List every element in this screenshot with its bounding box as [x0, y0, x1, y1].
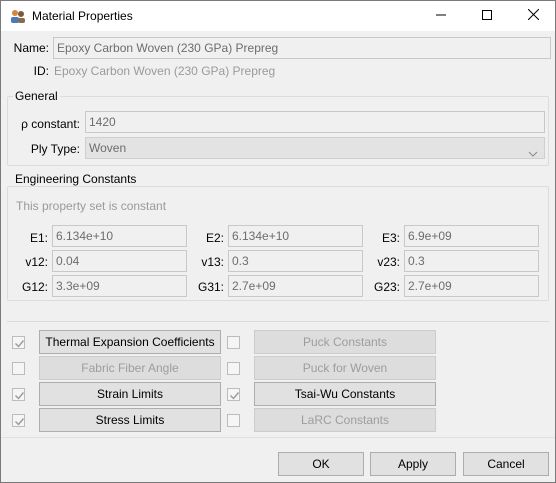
- rho-constant-field[interactable]: 1420: [85, 111, 545, 133]
- maximize-icon: [482, 9, 492, 23]
- engineering-constants-title: Engineering Constants: [13, 172, 139, 186]
- v13-label: v13:: [201, 255, 224, 269]
- v23-field[interactable]: 0.3: [404, 250, 539, 272]
- e1-field[interactable]: 6.134e+10: [52, 225, 187, 247]
- puck-for-woven-button[interactable]: Puck for Woven: [254, 356, 436, 380]
- puck-constants-button[interactable]: Puck Constants: [254, 330, 436, 354]
- checkmark-icon: [230, 392, 240, 400]
- g23-label: G23:: [373, 280, 400, 294]
- puck-constants-checkbox[interactable]: [227, 336, 240, 349]
- checkmark-icon: [15, 340, 25, 348]
- fabric-fiber-angle-button[interactable]: Fabric Fiber Angle: [39, 356, 221, 380]
- id-value: Epoxy Carbon Woven (230 GPa) Prepreg: [54, 64, 276, 78]
- e3-field[interactable]: 6.9e+09: [404, 225, 539, 247]
- dialog-content: Name: Epoxy Carbon Woven (230 GPa) Prepr…: [1, 31, 555, 482]
- strain-limits-checkbox[interactable]: [12, 388, 25, 401]
- material-properties-icon: [10, 8, 26, 24]
- v13-field[interactable]: 0.3: [228, 250, 363, 272]
- thermal-expansion-button[interactable]: Thermal Expansion Coefficients: [39, 330, 221, 354]
- tsai-wu-checkbox[interactable]: [227, 388, 240, 401]
- fabric-fiber-angle-checkbox[interactable]: [12, 362, 25, 375]
- cancel-button[interactable]: Cancel: [463, 452, 549, 476]
- apply-button[interactable]: Apply: [370, 452, 456, 476]
- dialog-button-bar: OK Apply Cancel: [1, 437, 555, 482]
- ok-button[interactable]: OK: [278, 452, 364, 476]
- v12-label: v12:: [25, 255, 48, 269]
- g23-field[interactable]: 2.7e+09: [404, 275, 539, 297]
- minimize-icon: [436, 9, 446, 23]
- ply-type-select[interactable]: Woven: [85, 137, 545, 159]
- general-group-title: General: [13, 89, 60, 103]
- g12-field[interactable]: 3.3e+09: [52, 275, 187, 297]
- e2-field[interactable]: 6.134e+10: [228, 225, 363, 247]
- g31-label: G31:: [197, 280, 224, 294]
- tsai-wu-button[interactable]: Tsai-Wu Constants: [254, 382, 436, 406]
- close-icon: [527, 8, 539, 23]
- close-button[interactable]: [510, 1, 555, 31]
- g12-label: G12:: [21, 280, 48, 294]
- e3-label: E3:: [381, 231, 400, 245]
- section-divider: [7, 321, 549, 322]
- name-label: Name:: [13, 41, 49, 55]
- puck-for-woven-checkbox[interactable]: [227, 362, 240, 375]
- stress-limits-checkbox[interactable]: [12, 414, 25, 427]
- window-title: Material Properties: [32, 9, 133, 23]
- constant-note: This property set is constant: [16, 199, 167, 213]
- id-label: ID:: [33, 64, 49, 78]
- v12-field[interactable]: 0.04: [52, 250, 187, 272]
- stress-limits-button[interactable]: Stress Limits: [39, 408, 221, 432]
- rho-constant-label: ρ constant:: [21, 117, 80, 131]
- ply-type-label: Ply Type:: [30, 142, 80, 156]
- checkmark-icon: [15, 418, 25, 426]
- e2-label: E2:: [205, 231, 224, 245]
- chevron-down-icon: [528, 144, 538, 157]
- strain-limits-button[interactable]: Strain Limits: [39, 382, 221, 406]
- material-properties-window: Material Properties Name: Epoxy Carbon W…: [0, 0, 556, 483]
- ply-type-value: Woven: [89, 141, 127, 155]
- maximize-button[interactable]: [464, 1, 510, 31]
- title-bar: Material Properties: [1, 1, 555, 31]
- larc-constants-checkbox[interactable]: [227, 414, 240, 427]
- larc-constants-button[interactable]: LaRC Constants: [254, 408, 436, 432]
- v23-label: v23:: [377, 255, 400, 269]
- thermal-expansion-checkbox[interactable]: [12, 336, 25, 349]
- g31-field[interactable]: 2.7e+09: [228, 275, 363, 297]
- name-field[interactable]: Epoxy Carbon Woven (230 GPa) Prepreg: [53, 37, 551, 59]
- minimize-button[interactable]: [418, 1, 464, 31]
- checkmark-icon: [15, 392, 25, 400]
- e1-label: E1:: [29, 231, 48, 245]
